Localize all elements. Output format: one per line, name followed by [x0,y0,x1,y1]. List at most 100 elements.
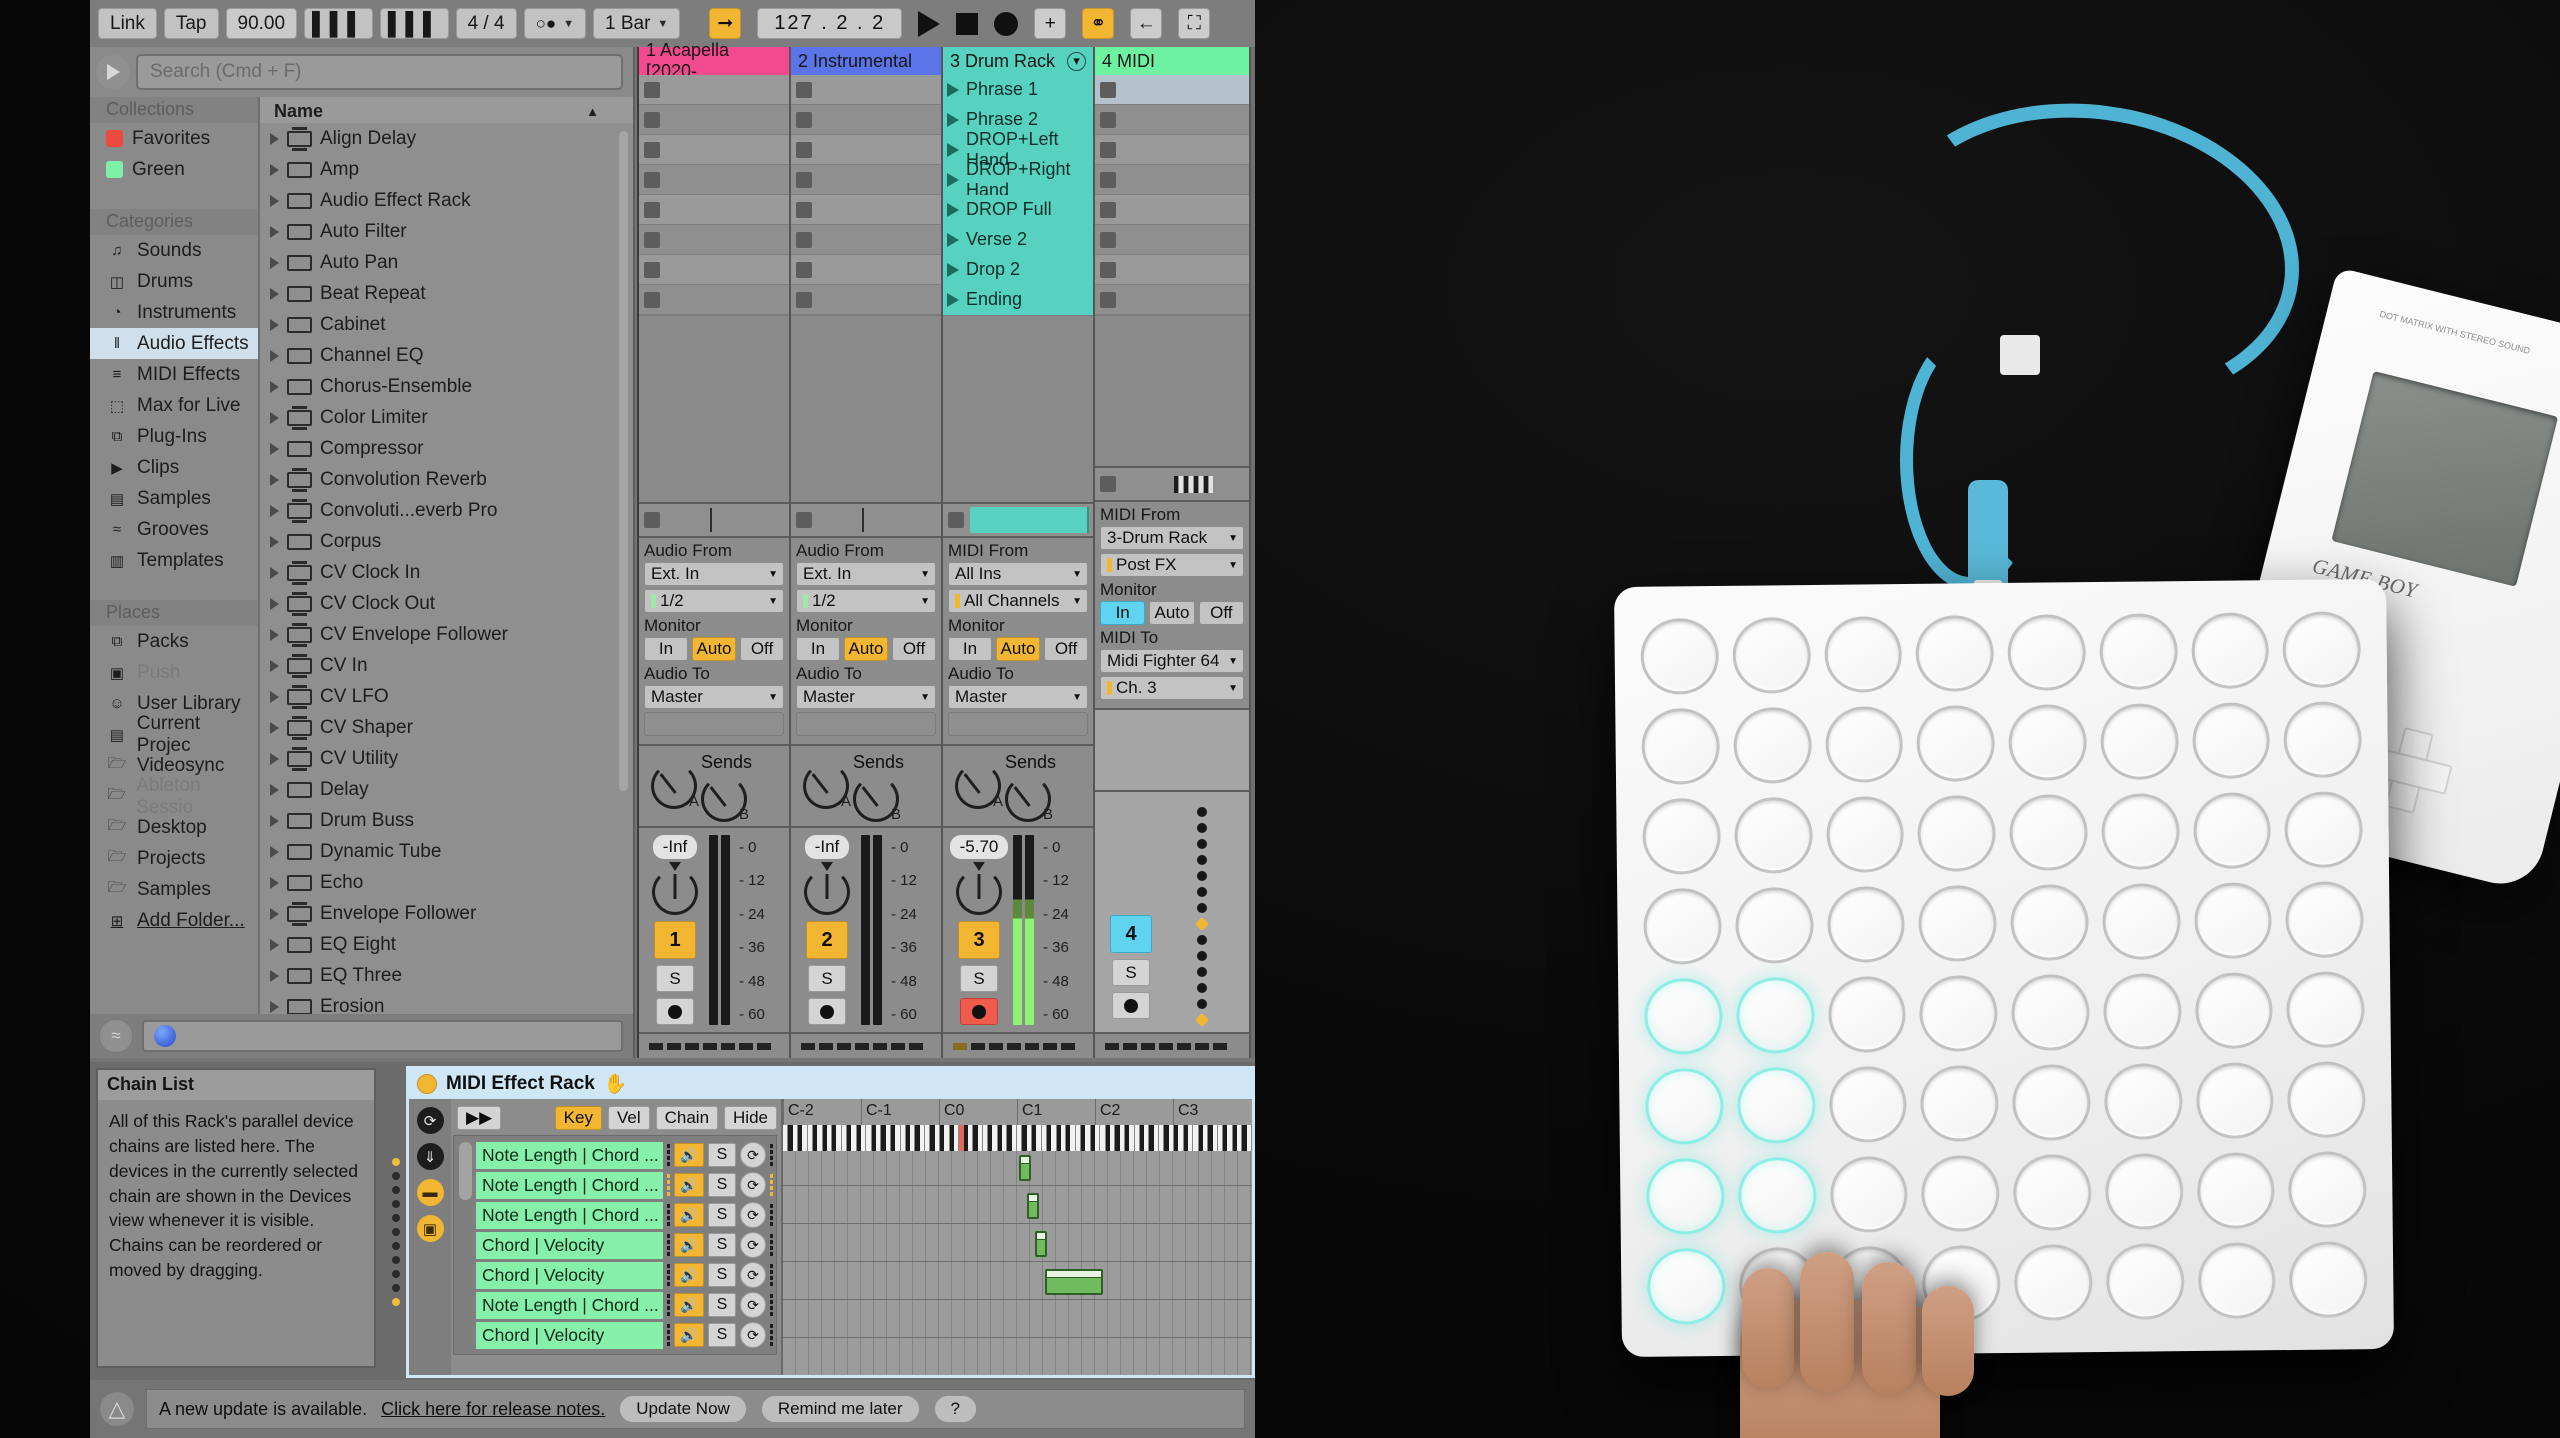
solo-button[interactable]: S [808,965,846,992]
quantization-selector[interactable]: 1 Bar ▼ [593,8,681,39]
clip-play-icon[interactable] [947,232,959,247]
metronome-icon[interactable]: ▌▌▌ [304,8,373,39]
volume-fader[interactable] [804,869,850,915]
expand-triangle-icon[interactable] [270,132,279,145]
clip-slot[interactable] [639,255,789,285]
hot-swap-icon[interactable]: ⟳ [740,1262,766,1288]
chain-row[interactable]: Chord | Velocity 🔊 S ⟳ [476,1230,773,1260]
clip-slot[interactable] [1095,105,1249,135]
clip-stop-button[interactable] [644,141,660,158]
sidebar-item-packs[interactable]: ⧉ Packs [90,626,258,657]
io-to-selector[interactable]: Master ▼ [948,685,1088,709]
solo-button[interactable]: S [960,965,998,992]
clip-stop-button[interactable] [1100,231,1116,248]
sidebar-item-samples[interactable]: ▤ Samples [90,483,258,514]
send-b-knob[interactable]: B [853,776,901,823]
list-header[interactable]: Name ▲ [260,97,633,123]
chain-drag-handle[interactable] [667,1204,670,1226]
clip-slot[interactable] [1095,165,1249,195]
clip-slot[interactable] [1095,75,1249,105]
clip[interactable]: DROP Full [943,194,1093,225]
speaker-icon[interactable]: 🔊 [674,1323,704,1347]
play-icon[interactable] [918,10,941,37]
browser-scrollbar[interactable] [619,131,628,791]
clip[interactable]: Ending [943,284,1093,315]
sidebar-item-clips[interactable]: ▶ Clips [90,452,258,483]
expand-triangle-icon[interactable] [270,907,279,920]
monitor-auto-button[interactable]: Auto [1149,601,1195,625]
grooves-pool-icon[interactable]: ≈ [100,1020,132,1052]
tab-hide[interactable]: Hide [724,1106,777,1130]
time-signature-field[interactable]: 4 / 4 [455,8,517,39]
plus-icon[interactable]: + [1034,8,1067,39]
device-list-item[interactable]: Chorus-Ensemble [260,371,633,402]
track-activator-button[interactable]: 2 [806,921,848,959]
sidebar-item-plugins[interactable]: ⧉ Plug-Ins [90,421,258,452]
clip-slot[interactable] [791,165,941,195]
expand-triangle-icon[interactable] [270,442,279,455]
chain-solo-button[interactable]: S [708,1173,736,1197]
expand-triangle-icon[interactable] [270,845,279,858]
monitor-in-button[interactable]: In [796,637,840,661]
sidebar-item-templates[interactable]: ▥ Templates [90,545,258,576]
io-to-channel-selector[interactable] [796,712,936,736]
track-name-button[interactable]: 1 Acapella [2020- [639,40,789,81]
io-to-selector[interactable]: Master ▼ [796,685,936,709]
macro-show-icon[interactable]: ▬ [416,1179,444,1206]
clip-play-icon[interactable] [947,142,959,157]
arrangement-record-icon[interactable]: ➞ [709,8,742,39]
clip[interactable]: Phrase 1 [943,74,1093,105]
clip-slot[interactable] [791,195,941,225]
volume-value[interactable]: -Inf [652,835,698,859]
device-list-item[interactable]: Auto Pan [260,247,633,278]
expand-triangle-icon[interactable] [270,225,279,238]
key-zone-4[interactable] [1045,1269,1103,1295]
clip-slot[interactable]: Verse 2 [943,224,1093,255]
monitor-off-button[interactable]: Off [740,637,784,661]
chain-resize-handle[interactable] [770,1174,773,1196]
sidebar-item-instruments[interactable]: ◔ Instruments [90,297,258,328]
expand-triangle-icon[interactable] [270,535,279,548]
track-activator-button[interactable]: 3 [958,921,1000,959]
collection-favorites[interactable]: Favorites [90,123,258,154]
volume-value[interactable]: -Inf [804,835,850,859]
clip-slot[interactable] [1095,255,1249,285]
clip-slot[interactable]: Ending [943,284,1093,315]
device-list-item[interactable]: CV Utility [260,743,633,774]
clip-stop-button[interactable] [796,81,812,98]
send-b-knob[interactable]: B [1005,776,1053,823]
device-list-item[interactable]: Channel EQ [260,340,633,371]
clip-slot[interactable] [791,105,941,135]
clip-stop-button[interactable] [1100,171,1116,188]
io-from-selector[interactable]: Ext. In ▼ [796,562,936,586]
track-stop-button[interactable] [1100,476,1116,492]
io-to-channel-selector[interactable] [644,712,784,736]
hot-swap-icon[interactable]: ⟳ [740,1202,766,1228]
device-list-item[interactable]: Drum Buss [260,805,633,836]
expand-triangle-icon[interactable] [270,597,279,610]
clip-play-icon[interactable] [947,82,959,97]
sidebar-item-projects[interactable]: 🗁 Projects [90,843,258,874]
expand-triangle-icon[interactable] [270,411,279,424]
speaker-icon[interactable]: 🔊 [674,1293,704,1317]
clip-stop-button[interactable] [644,111,660,128]
tab-key[interactable]: Key [554,1106,602,1130]
chain-name[interactable]: Chord | Velocity [476,1231,663,1259]
clip-stop-button[interactable] [796,111,812,128]
expand-triangle-icon[interactable] [270,473,279,486]
clip-stop-button[interactable] [796,171,812,188]
clip-slot[interactable] [639,75,789,105]
chain-name[interactable]: Note Length | Chord ... [476,1141,663,1169]
chain-resize-handle[interactable] [770,1294,773,1316]
hot-swap-icon[interactable]: ⟳ [740,1232,766,1258]
clip-slot[interactable] [639,225,789,255]
monitor-in-button[interactable]: In [644,637,688,661]
clip-slot[interactable] [639,285,789,315]
chain-solo-button[interactable]: S [708,1293,736,1317]
expand-triangle-icon[interactable] [270,969,279,982]
solo-button[interactable]: S [656,965,694,992]
io-to-selector[interactable]: Midi Fighter 64 ▼ [1100,649,1244,673]
device-list-item[interactable]: CV In [260,650,633,681]
solo-button[interactable]: S [1112,959,1150,986]
monitor-auto-button[interactable]: Auto [844,637,888,661]
